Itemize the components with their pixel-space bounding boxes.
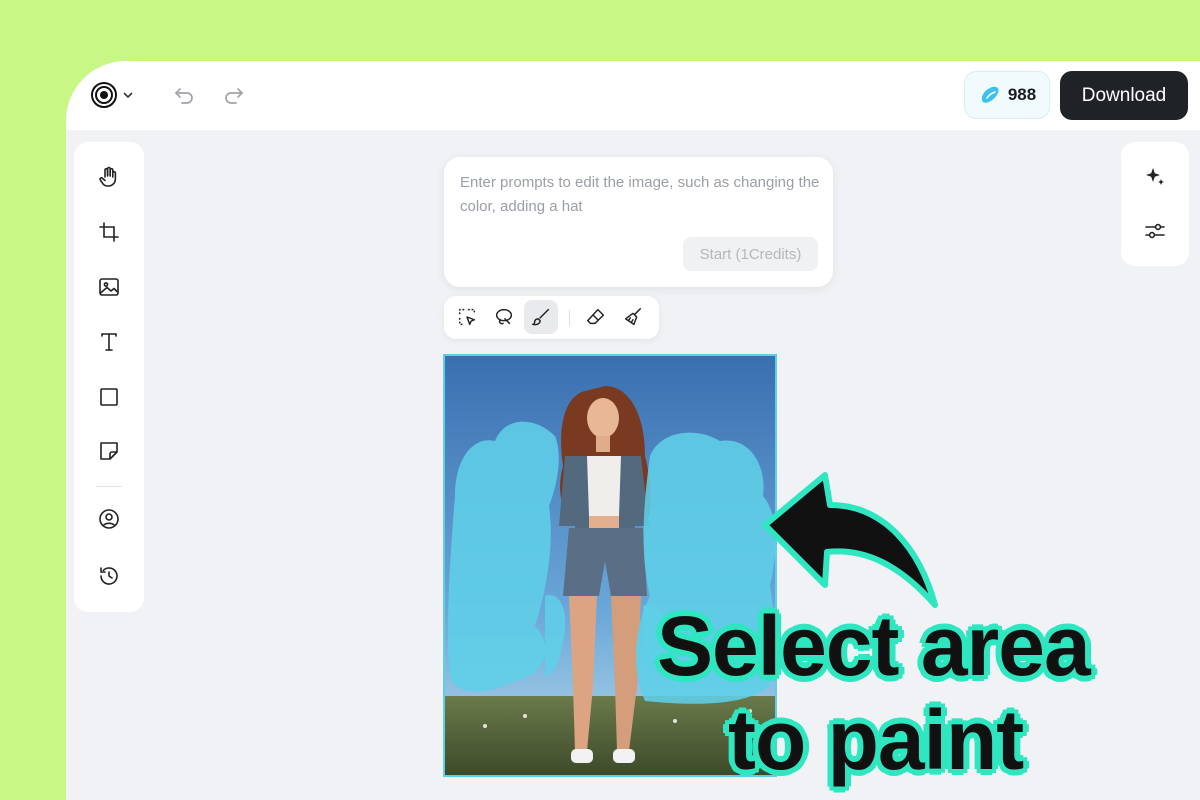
eraser-tool[interactable]: [579, 300, 613, 334]
crop-icon: [99, 222, 119, 242]
crop-tool[interactable]: [97, 220, 121, 244]
clear-mask-tool[interactable]: [616, 300, 650, 334]
history-tool[interactable]: [97, 564, 121, 588]
text-icon: [101, 333, 117, 351]
sticky-note-icon: [100, 442, 118, 460]
image-tool[interactable]: [97, 275, 121, 299]
rectangle-tool[interactable]: [97, 385, 121, 409]
text-tool[interactable]: [97, 330, 121, 354]
avatar-tool[interactable]: [97, 507, 121, 531]
canvas-photo[interactable]: [443, 354, 777, 777]
chevron-down-icon: [123, 92, 133, 99]
start-button[interactable]: Start (1Credits): [683, 237, 818, 271]
credit-gem-icon: [981, 86, 999, 103]
undo-button[interactable]: [172, 83, 196, 107]
brush-tool[interactable]: [524, 300, 558, 334]
top-bar: 988 Download: [66, 61, 1200, 130]
undo-icon: [175, 88, 193, 104]
app-menu-button[interactable]: [90, 81, 142, 109]
hand-tool[interactable]: [97, 165, 121, 189]
toolbar-divider: [96, 486, 122, 487]
rectangle-icon: [100, 388, 118, 406]
prompt-panel: Start (1Credits): [444, 157, 833, 287]
sparkles-icon: [1146, 168, 1164, 185]
image-icon: [99, 278, 119, 296]
sticky-note-tool[interactable]: [97, 439, 121, 463]
photo-woman-field: [445, 356, 775, 775]
overlay-title-line2: to paint: [728, 693, 1024, 787]
prompt-input[interactable]: [458, 169, 824, 237]
eraser-icon: [587, 308, 605, 325]
user-circle-icon: [99, 509, 119, 529]
selection-toolbar: [444, 296, 659, 339]
lasso-icon: [495, 308, 513, 325]
rect-select-icon: [458, 308, 476, 326]
history-icon: [100, 567, 118, 585]
redo-icon: [225, 88, 243, 104]
redo-button[interactable]: [222, 83, 246, 107]
download-button[interactable]: Download: [1060, 71, 1188, 120]
sliders-icon: [1145, 223, 1165, 239]
lasso-tool[interactable]: [487, 300, 521, 334]
left-toolbar: [74, 142, 144, 612]
ai-magic-tool[interactable]: [1143, 165, 1167, 189]
brush-icon: [532, 308, 550, 326]
curved-arrow-icon: [762, 472, 938, 608]
right-toolbar: [1121, 142, 1189, 266]
credits-count: 988: [1007, 85, 1037, 104]
adjust-tool[interactable]: [1143, 219, 1167, 243]
spiral-logo-icon: [91, 82, 117, 108]
hand-icon: [99, 166, 117, 187]
selection-divider: [569, 310, 570, 326]
rect-select-tool[interactable]: [450, 300, 484, 334]
overlay-title-line1: Select area: [657, 599, 1091, 693]
credits-badge[interactable]: 988: [964, 71, 1050, 119]
clear-brush-icon: [624, 308, 642, 326]
